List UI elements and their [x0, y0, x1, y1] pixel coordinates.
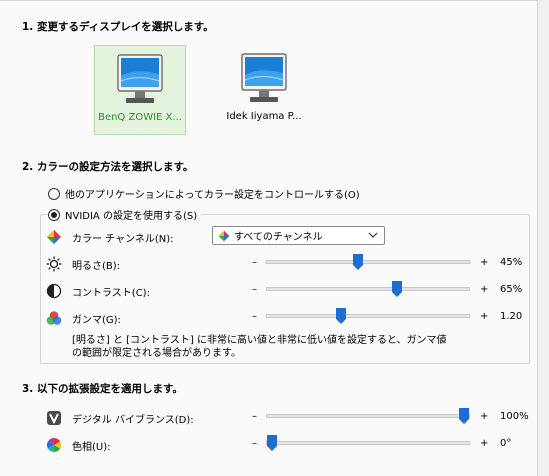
- slider-thumb[interactable]: [353, 254, 364, 270]
- contrast-icon: [46, 283, 62, 299]
- hue-slider[interactable]: [266, 435, 470, 451]
- digital-vibrance-slider[interactable]: [266, 408, 470, 424]
- vibrance-icon: [47, 411, 61, 425]
- digital-vibrance-minus: –: [252, 411, 257, 422]
- digital-vibrance-plus: +: [480, 411, 489, 422]
- radio-button[interactable]: [48, 187, 60, 200]
- digital-vibrance-value: 100%: [500, 411, 529, 422]
- hue-plus: +: [480, 438, 489, 449]
- display-label: BenQ ZOWIE X...: [98, 112, 182, 123]
- radio-other-apps[interactable]: 他のアプリケーションによってカラー設定をコントロールする(O): [48, 186, 360, 201]
- section-2-heading: 2. カラーの設定方法を選択します。: [22, 161, 194, 173]
- hue-minus: –: [252, 438, 257, 449]
- gamma-note: [明るさ] と [コントラスト] に非常に高い値と非常に低い値を設定すると、ガン…: [72, 335, 447, 359]
- display-option-benq[interactable]: BenQ ZOWIE X...: [94, 45, 186, 135]
- brightness-slider[interactable]: [266, 254, 470, 270]
- brightness-plus: +: [480, 257, 489, 268]
- radio-nvidia-settings[interactable]: NVIDIA の設定を使用する(S): [48, 207, 202, 222]
- monitor-icon: [117, 54, 163, 103]
- display-label: Idek Iiyama P...: [226, 111, 302, 122]
- monitor-icon: [241, 53, 287, 102]
- slider-thumb[interactable]: [336, 308, 347, 324]
- contrast-label: コントラスト(C):: [72, 288, 150, 299]
- rgb-circles-icon: [46, 311, 62, 325]
- brightness-value: 45%: [500, 257, 523, 268]
- brightness-label: 明るさ(B):: [72, 261, 121, 272]
- sun-icon: [46, 256, 62, 272]
- chevron-down-icon: [368, 232, 378, 238]
- color-diamond-icon: [47, 230, 61, 244]
- contrast-value: 65%: [500, 284, 523, 295]
- color-channel-value: すべてのチャンネル: [234, 232, 323, 243]
- radio-label: 他のアプリケーションによってカラー設定をコントロールする(O): [65, 190, 360, 201]
- color-diamond-icon: [218, 230, 230, 241]
- brightness-minus: –: [252, 257, 257, 268]
- gamma-minus: –: [252, 311, 257, 322]
- hue-value: 0°: [500, 438, 512, 449]
- gamma-label: ガンマ(G):: [72, 315, 121, 326]
- color-channel-label: カラー チャンネル(N):: [72, 234, 174, 245]
- slider-thumb[interactable]: [267, 435, 277, 451]
- gamma-value: 1.20: [500, 311, 523, 322]
- radio-button[interactable]: [48, 208, 60, 221]
- section-3-heading: 3. 以下の拡張設定を適用します。: [22, 383, 183, 395]
- contrast-plus: +: [480, 284, 489, 295]
- contrast-slider[interactable]: [266, 281, 470, 297]
- gamma-slider[interactable]: [266, 308, 470, 324]
- digital-vibrance-label: デジタル バイブランス(D):: [72, 415, 194, 426]
- slider-thumb[interactable]: [391, 281, 402, 297]
- display-color-panel: 1. 変更するディスプレイを選択します。 BenQ ZOWIE X... Ide…: [0, 0, 538, 476]
- section-1-heading: 1. 変更するディスプレイを選択します。: [22, 21, 214, 33]
- color-wheel-icon: [47, 438, 61, 452]
- color-channel-select[interactable]: すべてのチャンネル: [212, 226, 385, 245]
- gamma-plus: +: [480, 311, 489, 322]
- contrast-minus: –: [252, 284, 257, 295]
- radio-label: NVIDIA の設定を使用する(S): [65, 211, 198, 222]
- display-option-iiyama[interactable]: Idek Iiyama P...: [218, 45, 310, 135]
- slider-thumb[interactable]: [459, 408, 469, 424]
- hue-label: 色相(U):: [72, 442, 111, 453]
